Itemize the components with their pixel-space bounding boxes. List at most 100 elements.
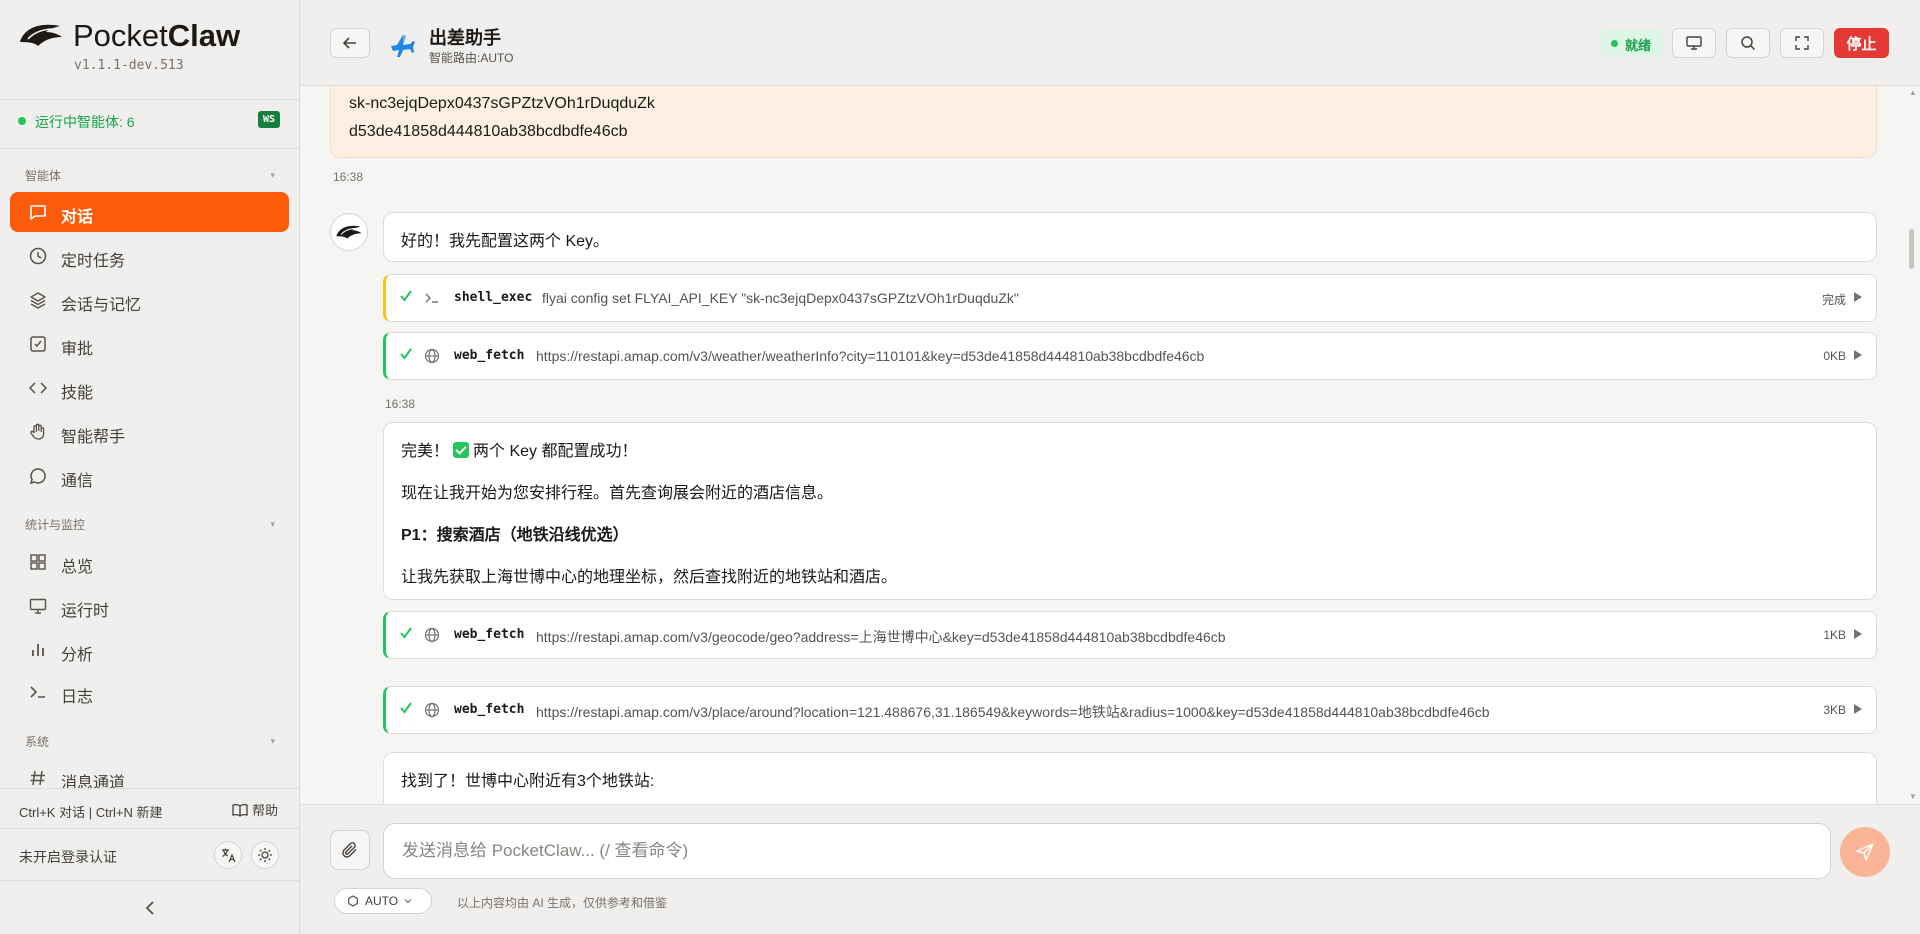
- sidebar-item-chat[interactable]: 对话: [10, 192, 289, 232]
- avatar: [330, 213, 368, 251]
- expand-arrow-icon[interactable]: [1854, 350, 1862, 360]
- tool-size: 0KB: [1823, 349, 1846, 363]
- chevron-down-icon: [404, 899, 412, 904]
- sidebar-item-sessions-memory[interactable]: 会话与记忆: [10, 280, 289, 320]
- hash-icon: [30, 770, 45, 786]
- ai-disclaimer: 以上内容均由 AI 生成，仅供参考和借鉴: [457, 896, 668, 910]
- tool-argument: https://restapi.amap.com/v3/geocode/geo?…: [536, 629, 1226, 645]
- status-badge: 就绪: [1601, 30, 1663, 56]
- brand-name: PocketClaw: [73, 18, 241, 53]
- tool-call-web-fetch[interactable]: web_fetch https://restapi.amap.com/v3/we…: [383, 332, 1877, 380]
- tool-argument: flyai config set FLYAI_API_KEY "sk-nc3ej…: [542, 290, 1019, 306]
- ws-badge: WS: [257, 111, 280, 128]
- screen-button[interactable]: [1672, 28, 1716, 58]
- stop-button[interactable]: 停止: [1834, 28, 1889, 58]
- collapse-sidebar-button[interactable]: [138, 896, 162, 920]
- agent-title: 出差助手: [429, 28, 501, 48]
- sidebar-item-scheduled-tasks[interactable]: 定时任务: [10, 236, 289, 276]
- arrow-left-icon: [342, 37, 356, 49]
- theme-toggle-button[interactable]: [251, 841, 279, 869]
- sidebar-item-communication[interactable]: 通信: [10, 456, 289, 496]
- tool-argument: https://restapi.amap.com/v3/place/around…: [536, 704, 1490, 720]
- expand-arrow-icon[interactable]: [1854, 629, 1862, 639]
- language-button[interactable]: [214, 841, 242, 869]
- chevron-icon: ▾: [270, 519, 275, 529]
- expand-arrow-icon[interactable]: [1854, 292, 1862, 302]
- chat-header: 出差助手 智能路由:AUTO 就绪 停止: [300, 0, 1920, 86]
- message-text: 完美！ 两个 Key 都配置成功！: [401, 442, 638, 460]
- running-agents-label: 运行中智能体: 6: [35, 114, 135, 130]
- chat-messages[interactable]: sk-nc3ejqDepx0437sGPZtzVOh1rDuqduZk d53d…: [300, 86, 1920, 804]
- tool-status: 完成: [1821, 293, 1846, 307]
- assistant-message: 找到了！世博中心附近有3个地铁站:: [383, 752, 1877, 804]
- tool-call-shell-exec[interactable]: shell_exec flyai config set FLYAI_API_KE…: [383, 274, 1877, 322]
- sidebar-item-approval[interactable]: 审批: [10, 324, 289, 364]
- sidebar-item-analysis[interactable]: 分析: [10, 630, 289, 670]
- model-select[interactable]: AUTO: [334, 888, 432, 914]
- claw-logo-icon: [336, 225, 362, 239]
- tool-call-web-fetch[interactable]: web_fetch https://restapi.amap.com/v3/ge…: [383, 611, 1877, 659]
- scrollbar[interactable]: [1909, 229, 1914, 269]
- status-dot: [1611, 40, 1618, 47]
- sidebar-item-smart-helper[interactable]: 智能帮手: [10, 412, 289, 452]
- attach-button[interactable]: [330, 830, 370, 870]
- message-text: 找到了！世博中心附近有3个地铁站:: [401, 773, 655, 790]
- sidebar-item-overview[interactable]: 总览: [10, 542, 289, 582]
- divider: [0, 828, 299, 829]
- message-timestamp: 16:38: [385, 397, 416, 411]
- check-icon: [400, 627, 412, 639]
- grid-icon: [30, 554, 46, 570]
- scroll-down-icon[interactable]: ▼: [1909, 792, 1917, 801]
- section-agents-header[interactable]: 智能体 ▾: [25, 167, 275, 183]
- search-icon: [1741, 36, 1756, 51]
- book-icon: [232, 803, 248, 817]
- hexagon-icon: [348, 895, 358, 907]
- chat-icon: [30, 205, 46, 220]
- search-button[interactable]: [1726, 28, 1770, 58]
- chevron-icon: ▾: [270, 736, 275, 746]
- globe-icon: [424, 348, 440, 364]
- expand-arrow-icon[interactable]: [1854, 704, 1862, 714]
- terminal-icon: [30, 686, 45, 698]
- user-message-line: sk-nc3ejqDepx0437sGPZtzVOh1rDuqduZk: [349, 95, 655, 112]
- check-icon: [400, 702, 412, 714]
- divider: [0, 880, 299, 881]
- check-icon: [400, 290, 412, 302]
- agent-route: 智能路由:AUTO: [429, 51, 514, 65]
- monitor-icon: [29, 598, 47, 614]
- globe-icon: [424, 702, 440, 718]
- message-input[interactable]: [383, 823, 1831, 879]
- section-stats-header[interactable]: 统计与监控 ▾: [25, 516, 275, 532]
- keyboard-shortcuts: Ctrl+K 对话 | Ctrl+N 新建: [19, 805, 163, 820]
- layers-icon: [30, 292, 46, 309]
- divider: [0, 788, 299, 789]
- help-link[interactable]: 帮助: [232, 800, 278, 819]
- tool-argument: https://restapi.amap.com/v3/weather/weat…: [536, 348, 1205, 364]
- auth-status: 未开启登录认证: [19, 849, 117, 865]
- tool-call-web-fetch[interactable]: web_fetch https://restapi.amap.com/v3/pl…: [383, 686, 1877, 734]
- message-heading: P1：搜索酒店（地铁沿线优选）: [401, 527, 629, 544]
- airplane-icon: [391, 35, 415, 57]
- section-system-header[interactable]: 系统 ▾: [25, 733, 275, 749]
- chevron-left-icon: [145, 901, 154, 915]
- sidebar-item-logs[interactable]: 日志: [10, 672, 289, 712]
- sidebar-item-runtime[interactable]: 运行时: [10, 586, 289, 626]
- sidebar: PocketClaw v1.1.1-dev.513 运行中智能体: 6 WS 智…: [0, 0, 300, 934]
- fullscreen-icon: [1795, 36, 1809, 50]
- fullscreen-button[interactable]: [1780, 28, 1824, 58]
- back-button[interactable]: [330, 28, 370, 58]
- monitor-icon: [1686, 36, 1702, 50]
- sidebar-item-skills[interactable]: 技能: [10, 368, 289, 408]
- tool-size: 3KB: [1823, 703, 1846, 717]
- bar-chart-icon: [32, 644, 44, 656]
- sidebar-item-message-channels[interactable]: 消息通道: [10, 758, 289, 788]
- message-text: 好的！我先配置这两个 Key。: [401, 233, 610, 250]
- user-message-line: d53de41858d444810ab38bcdbdfe46cb: [349, 123, 628, 140]
- scroll-up-icon[interactable]: ▲: [1909, 88, 1917, 97]
- message-text: 让我先获取上海世博中心的地理坐标，然后查找附近的地铁站和酒店。: [401, 569, 898, 586]
- divider: [0, 148, 299, 149]
- send-icon: [1856, 843, 1874, 861]
- assistant-message: 完美！ 两个 Key 都配置成功！ 现在让我开始为您安排行程。首先查询展会附近的酒…: [383, 422, 1877, 600]
- send-button[interactable]: [1840, 827, 1890, 877]
- claw-logo-icon: [20, 24, 62, 46]
